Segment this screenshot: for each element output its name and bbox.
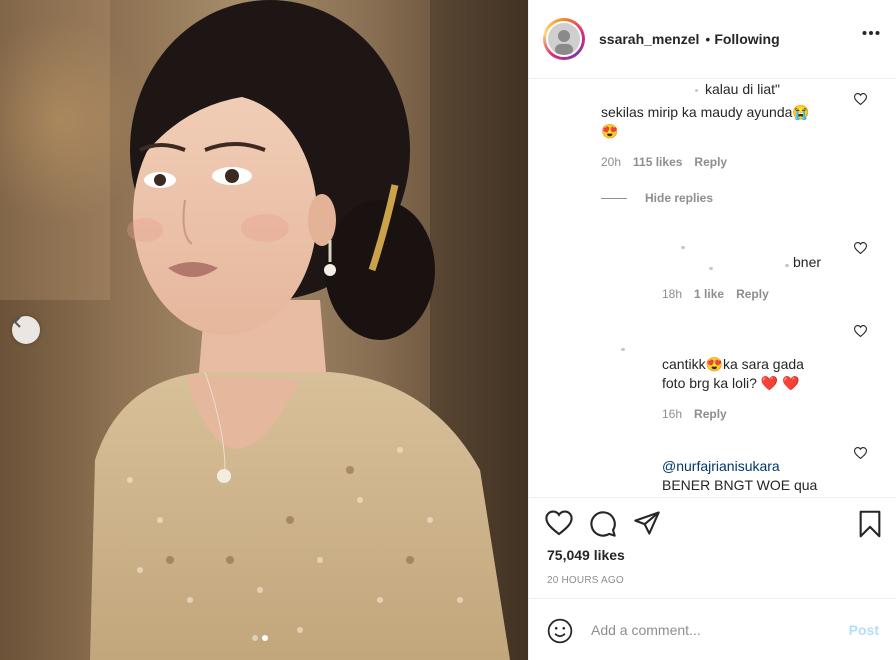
share-icon[interactable]	[633, 510, 661, 536]
comment-like-heart-icon[interactable]	[854, 93, 867, 105]
username-link[interactable]: ssarah_menzel	[599, 31, 699, 47]
reply-text: bner	[793, 254, 822, 270]
more-options-icon[interactable]	[862, 30, 880, 36]
comment-reply-button[interactable]: Reply	[694, 155, 727, 169]
carousel-dot-active	[262, 635, 268, 641]
comment-like-heart-icon[interactable]	[854, 325, 867, 337]
emoji-icon[interactable]	[547, 618, 573, 644]
add-comment-input[interactable]	[591, 619, 821, 641]
likes-count[interactable]: 75,049 likes	[547, 547, 625, 563]
comment-text-line: 😍	[601, 123, 619, 139]
comment-like-heart-icon[interactable]	[854, 447, 867, 459]
post-comment-button[interactable]: Post	[849, 622, 879, 638]
comment-time: 20h	[601, 155, 622, 169]
mention-link[interactable]: @nurfajrianisukara	[662, 457, 780, 476]
comment-likes-count[interactable]: 115 likes	[633, 155, 682, 169]
post-photo[interactable]	[0, 0, 528, 660]
post-header: ssarah_menzel • Following	[529, 0, 896, 79]
previous-photo-button[interactable]	[12, 316, 40, 344]
comment-like-heart-icon[interactable]	[854, 242, 867, 254]
hide-replies-label: Hide replies	[645, 191, 714, 205]
avatar	[546, 21, 582, 57]
redacted-mark	[681, 246, 685, 249]
redacted-mark	[709, 267, 713, 270]
comment-time: 18h	[662, 287, 683, 301]
bookmark-icon[interactable]	[857, 510, 883, 538]
portrait-illustration	[0, 0, 528, 660]
comment-meta: 18h 1 like Reply	[662, 287, 769, 301]
comment-text-line: sekilas mirip ka maudy ayunda😭	[601, 104, 810, 120]
comments-list[interactable]: kalau di liat" sekilas mirip ka maudy ay…	[529, 79, 896, 497]
post-side-panel: ssarah_menzel • Following kalau di liat"…	[528, 0, 896, 660]
comment-icon[interactable]	[589, 510, 617, 538]
action-icon-row	[545, 510, 883, 538]
redacted-mark	[695, 89, 698, 92]
reply-text-line: BENER BNGT WOE qua	[662, 477, 818, 493]
comment-text-line: kalau di liat"	[705, 81, 781, 97]
redacted-mark	[785, 264, 789, 267]
reply-text-line: foto brg ka loli? ❤️ ❤️	[662, 375, 800, 391]
comment-time: 16h	[662, 407, 683, 421]
chevron-left-icon	[13, 316, 21, 328]
redacted-mark	[621, 348, 625, 351]
comment-reply-button[interactable]: Reply	[736, 287, 769, 301]
divider-line	[601, 197, 627, 199]
comment-likes-count[interactable]: 1 like	[694, 287, 724, 301]
add-comment-bar: Post	[529, 598, 896, 660]
reply-text-line: cantikk😍ka sara gada	[662, 356, 804, 372]
comment-meta: 20h 115 likes Reply	[601, 155, 727, 169]
hide-replies-button[interactable]: Hide replies	[601, 191, 713, 205]
comment-reply-button[interactable]: Reply	[694, 407, 727, 421]
avatar-story-ring[interactable]	[543, 18, 585, 60]
carousel-indicator	[252, 635, 268, 641]
carousel-dot	[252, 635, 258, 641]
post-timestamp[interactable]: 20 HOURS AGO	[547, 575, 624, 586]
comment-meta: 16h Reply	[662, 407, 727, 421]
post-actions: 75,049 likes 20 HOURS AGO	[529, 497, 896, 598]
avatar-image	[548, 23, 580, 55]
following-button[interactable]: Following	[714, 31, 779, 47]
separator-dot: •	[705, 31, 711, 47]
heart-icon[interactable]	[545, 510, 573, 536]
